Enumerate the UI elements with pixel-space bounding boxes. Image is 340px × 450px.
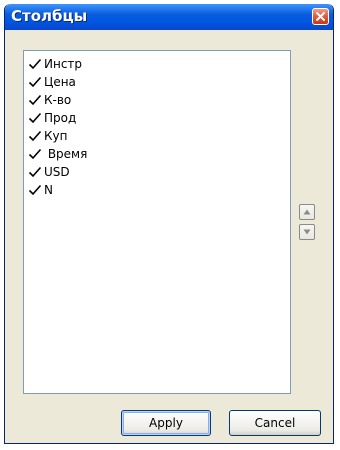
column-label: Цена (44, 75, 76, 89)
column-label: Куп (44, 129, 68, 143)
cancel-button[interactable]: Cancel (229, 410, 321, 436)
list-item[interactable]: К-во (28, 91, 71, 109)
columns-dialog: Столбцы Инстр Цена К-во Прод Куп Время U… (4, 4, 334, 444)
columns-list[interactable]: Инстр Цена К-во Прод Куп Время USD N (23, 50, 291, 394)
arrow-up-icon (303, 209, 311, 215)
list-item[interactable]: Куп (28, 127, 67, 145)
dialog-title: Столбцы (11, 7, 88, 25)
checkmark-icon (28, 58, 42, 70)
arrow-down-icon (303, 229, 311, 235)
checkmark-icon (28, 166, 42, 178)
list-item[interactable]: Цена (28, 73, 76, 91)
checkmark-icon (28, 130, 42, 142)
checkmark-icon (28, 76, 42, 88)
checkmark-icon (28, 112, 42, 124)
column-label: Инстр (44, 57, 83, 71)
checkmark-icon (28, 184, 42, 196)
column-label: N (44, 183, 53, 197)
apply-button[interactable]: Apply (121, 410, 211, 436)
title-bar[interactable]: Столбцы (5, 4, 333, 30)
move-down-button[interactable] (299, 224, 315, 240)
list-item[interactable]: Инстр (28, 55, 82, 73)
column-label: Время (44, 147, 88, 161)
list-item[interactable]: Время (28, 145, 87, 163)
column-label: К-во (44, 93, 72, 107)
checkmark-icon (28, 94, 42, 106)
list-item[interactable]: N (28, 181, 53, 199)
move-up-button[interactable] (299, 204, 315, 220)
close-icon (316, 12, 325, 21)
column-label: USD (44, 165, 70, 179)
close-button[interactable] (312, 8, 329, 25)
list-item[interactable]: Прод (28, 109, 76, 127)
list-item[interactable]: USD (28, 163, 70, 181)
checkmark-icon (28, 148, 42, 160)
column-label: Прод (44, 111, 77, 125)
